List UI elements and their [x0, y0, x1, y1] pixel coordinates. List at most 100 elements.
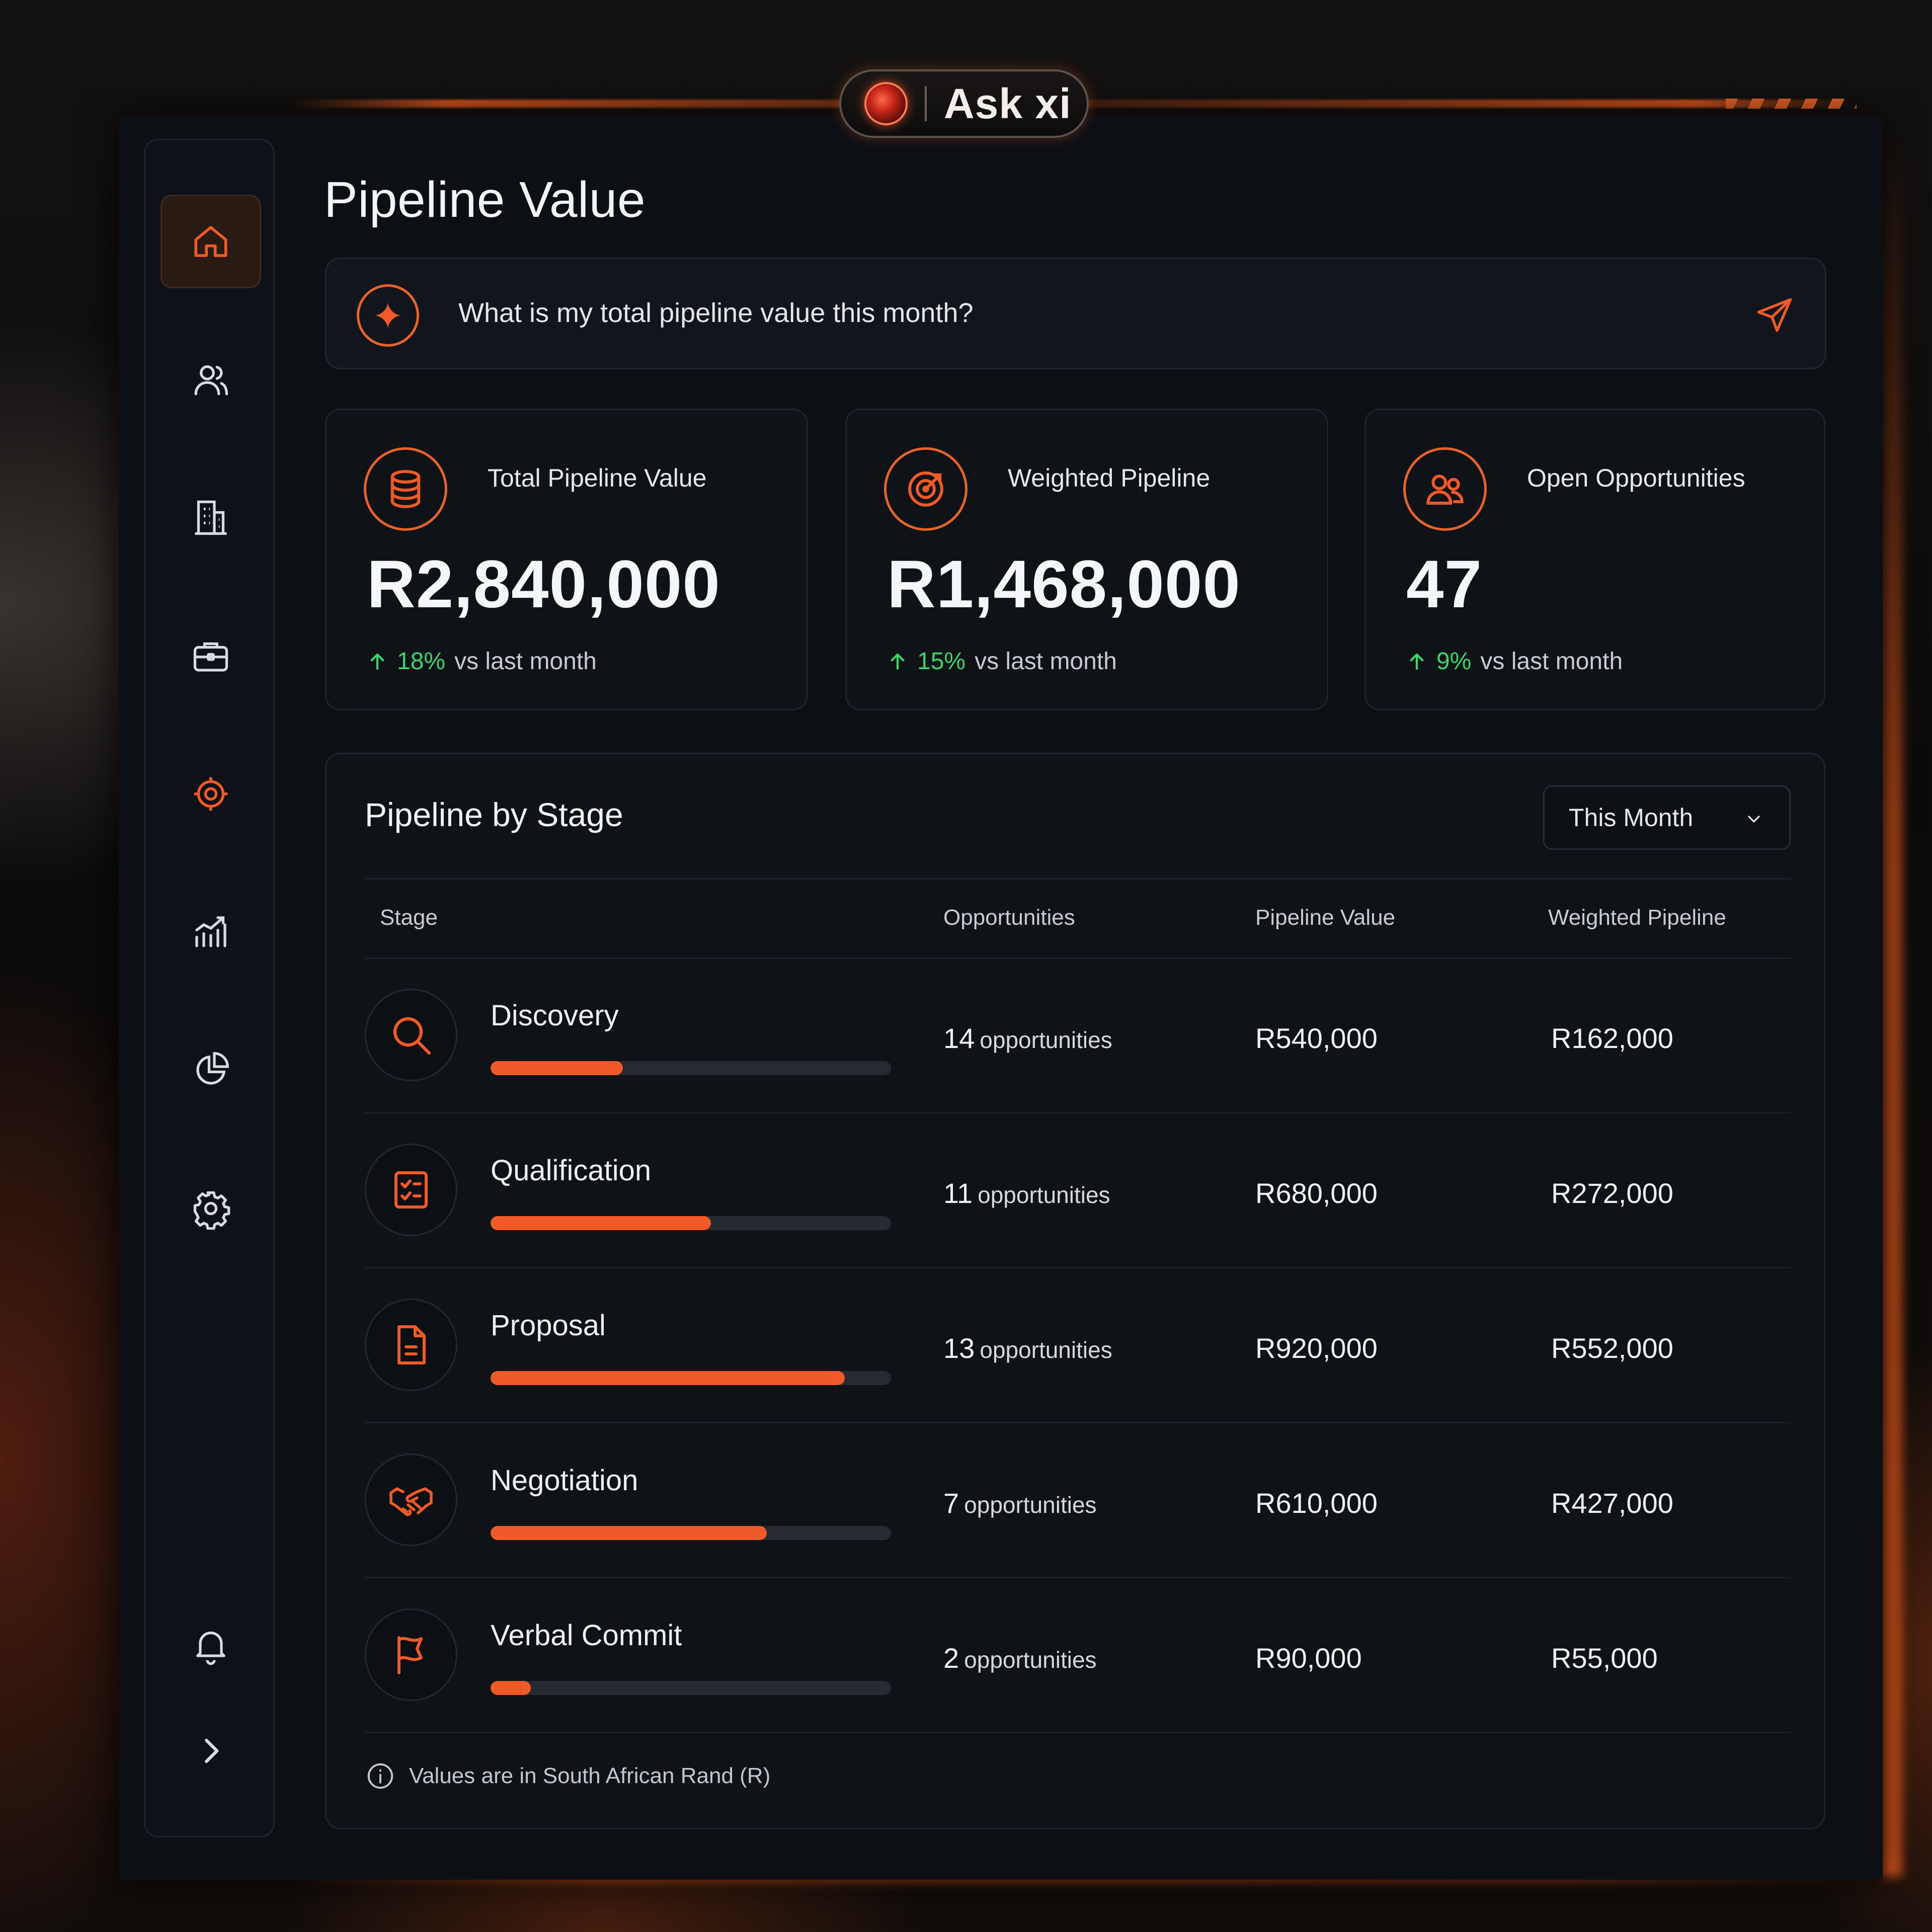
- header-weighted-pipeline: Weighted Pipeline: [1548, 905, 1726, 930]
- sidebar-item-companies[interactable]: [160, 471, 261, 565]
- stat-label: Open Opportunities: [1527, 464, 1745, 492]
- stage-weighted-pipeline: R55,000: [1551, 1642, 1658, 1674]
- stage-progress-fill: [491, 1061, 623, 1075]
- stage-progress-track: [491, 1371, 891, 1385]
- stage-name: Proposal: [491, 1309, 606, 1342]
- ask-question-text[interactable]: What is my total pipeline value this mon…: [458, 297, 974, 329]
- sparkle-icon: [357, 284, 419, 347]
- gear-icon: [193, 1191, 230, 1230]
- sidebar-item-analytics[interactable]: [160, 885, 261, 979]
- stat-card-open-opportunities[interactable]: Open Opportunities 47 9% vs last month: [1364, 409, 1825, 710]
- stat-value: R1,468,000: [887, 547, 1241, 622]
- table-divider: [365, 878, 1791, 879]
- opportunity-count: 14: [943, 1022, 975, 1054]
- stage-weighted-pipeline: R427,000: [1551, 1487, 1673, 1519]
- stage-opportunities: 13 opportunities: [943, 1332, 1112, 1364]
- stage-pipeline-value: R680,000: [1255, 1177, 1378, 1209]
- stage-progress-track: [491, 1216, 891, 1230]
- opportunity-unit: opportunities: [980, 1337, 1112, 1363]
- stat-delta-suffix: vs last month: [975, 648, 1117, 675]
- stage-name: Verbal Commit: [491, 1619, 682, 1652]
- stage-progress-fill: [491, 1371, 845, 1385]
- chevron-right-icon: [205, 1738, 219, 1763]
- flag-icon: [365, 1608, 457, 1701]
- stage-pipeline-value: R920,000: [1255, 1332, 1378, 1364]
- opportunity-count: 13: [943, 1332, 975, 1364]
- table-row[interactable]: Negotiation 7 opportunities R610,000 R427…: [365, 1424, 1791, 1578]
- period-dropdown-value: This Month: [1569, 803, 1694, 832]
- stage-weighted-pipeline: R552,000: [1551, 1332, 1673, 1364]
- stat-label: Weighted Pipeline: [1008, 464, 1211, 492]
- target-icon: [884, 447, 968, 531]
- stage-progress-fill: [491, 1216, 711, 1230]
- header-stage: Stage: [380, 905, 438, 930]
- sidebar-item-expand[interactable]: [160, 1704, 261, 1798]
- opportunity-count: 7: [943, 1487, 959, 1519]
- chevron-down-icon: [1748, 816, 1760, 823]
- sidebar-item-deals[interactable]: [160, 609, 261, 703]
- frame-stripes: [1726, 99, 1857, 109]
- checklist-icon: [365, 1144, 457, 1236]
- stage-opportunities: 7 opportunities: [943, 1487, 1097, 1519]
- opportunity-count: 2: [943, 1642, 959, 1674]
- stat-value: 47: [1406, 547, 1483, 622]
- bell-icon: [196, 1631, 225, 1665]
- page-title: Pipeline Value: [324, 172, 646, 228]
- stage-opportunities: 2 opportunities: [943, 1642, 1097, 1674]
- stat-delta: 18% vs last month: [367, 648, 597, 675]
- sidebar-item-contacts[interactable]: [160, 333, 261, 427]
- search-icon: [365, 989, 457, 1081]
- briefcase-icon: [193, 642, 228, 672]
- document-icon: [365, 1299, 457, 1391]
- stage-name: Discovery: [491, 999, 619, 1032]
- stage-progress-track: [491, 1681, 891, 1695]
- stat-delta-suffix: vs last month: [1480, 648, 1623, 675]
- stage-weighted-pipeline: R162,000: [1551, 1022, 1673, 1054]
- table-row[interactable]: Qualification 11 opportunities R680,000 R…: [365, 1114, 1791, 1268]
- period-dropdown[interactable]: This Month: [1543, 785, 1791, 850]
- arrow-up-icon: [1410, 653, 1424, 670]
- stat-value: R2,840,000: [367, 547, 720, 622]
- crosshair-icon: [194, 777, 228, 811]
- stage-pipeline-value: R540,000: [1255, 1022, 1378, 1054]
- table-title: Pipeline by Stage: [365, 796, 623, 833]
- home-icon: [194, 226, 227, 257]
- table-row[interactable]: Verbal Commit 2 opportunities R90,000 R55…: [365, 1579, 1791, 1733]
- header-opportunities: Opportunities: [943, 905, 1075, 930]
- frame-glow-right: [1882, 131, 1902, 1877]
- stat-card-weighted-pipeline[interactable]: Weighted Pipeline R1,468,000 15% vs last…: [845, 409, 1328, 710]
- users-icon: [1403, 447, 1487, 531]
- table-row[interactable]: Proposal 13 opportunities R920,000 R552,0…: [365, 1269, 1791, 1423]
- sidebar-item-home[interactable]: [160, 195, 261, 288]
- stage-pipeline-value: R610,000: [1255, 1487, 1378, 1519]
- stage-progress-track: [491, 1061, 891, 1075]
- pipeline-by-stage-card: Pipeline by Stage This Month Stage Oppor…: [325, 753, 1825, 1829]
- users-icon: [194, 365, 228, 395]
- sidebar-item-notifications[interactable]: [160, 1598, 261, 1692]
- stat-delta-percent: 18%: [397, 648, 446, 675]
- stat-card-total-pipeline[interactable]: Total Pipeline Value R2,840,000 18% vs l…: [325, 409, 808, 710]
- stage-pipeline-value: R90,000: [1255, 1642, 1362, 1674]
- database-icon: [364, 447, 447, 531]
- ask-input-bar[interactable]: What is my total pipeline value this mon…: [325, 258, 1826, 369]
- currency-footnote: Values are in South African Rand (R): [365, 1760, 770, 1792]
- handshake-icon: [365, 1454, 457, 1546]
- opportunity-unit: opportunities: [964, 1492, 1097, 1518]
- stage-progress-fill: [491, 1681, 531, 1695]
- stage-name: Qualification: [491, 1154, 652, 1187]
- stat-delta: 9% vs last month: [1406, 648, 1623, 675]
- stat-delta-percent: 15%: [917, 648, 966, 675]
- header-pipeline-value: Pipeline Value: [1255, 905, 1396, 930]
- sidebar-item-reports[interactable]: [160, 1023, 261, 1117]
- stat-delta-suffix: vs last month: [454, 648, 597, 675]
- send-icon[interactable]: [1754, 295, 1795, 336]
- stage-weighted-pipeline: R272,000: [1551, 1177, 1673, 1209]
- pie-chart-icon: [196, 1052, 229, 1085]
- table-row[interactable]: Discovery 14 opportunities R540,000 R162,…: [365, 959, 1791, 1113]
- bar-chart-icon: [195, 916, 226, 947]
- ask-xi-label: Ask xi: [944, 79, 1072, 127]
- sidebar-item-settings[interactable]: [160, 1162, 261, 1255]
- sidebar-item-targets[interactable]: [160, 747, 261, 841]
- ask-xi-badge[interactable]: Ask xi: [839, 69, 1089, 138]
- arrow-up-icon: [370, 653, 384, 670]
